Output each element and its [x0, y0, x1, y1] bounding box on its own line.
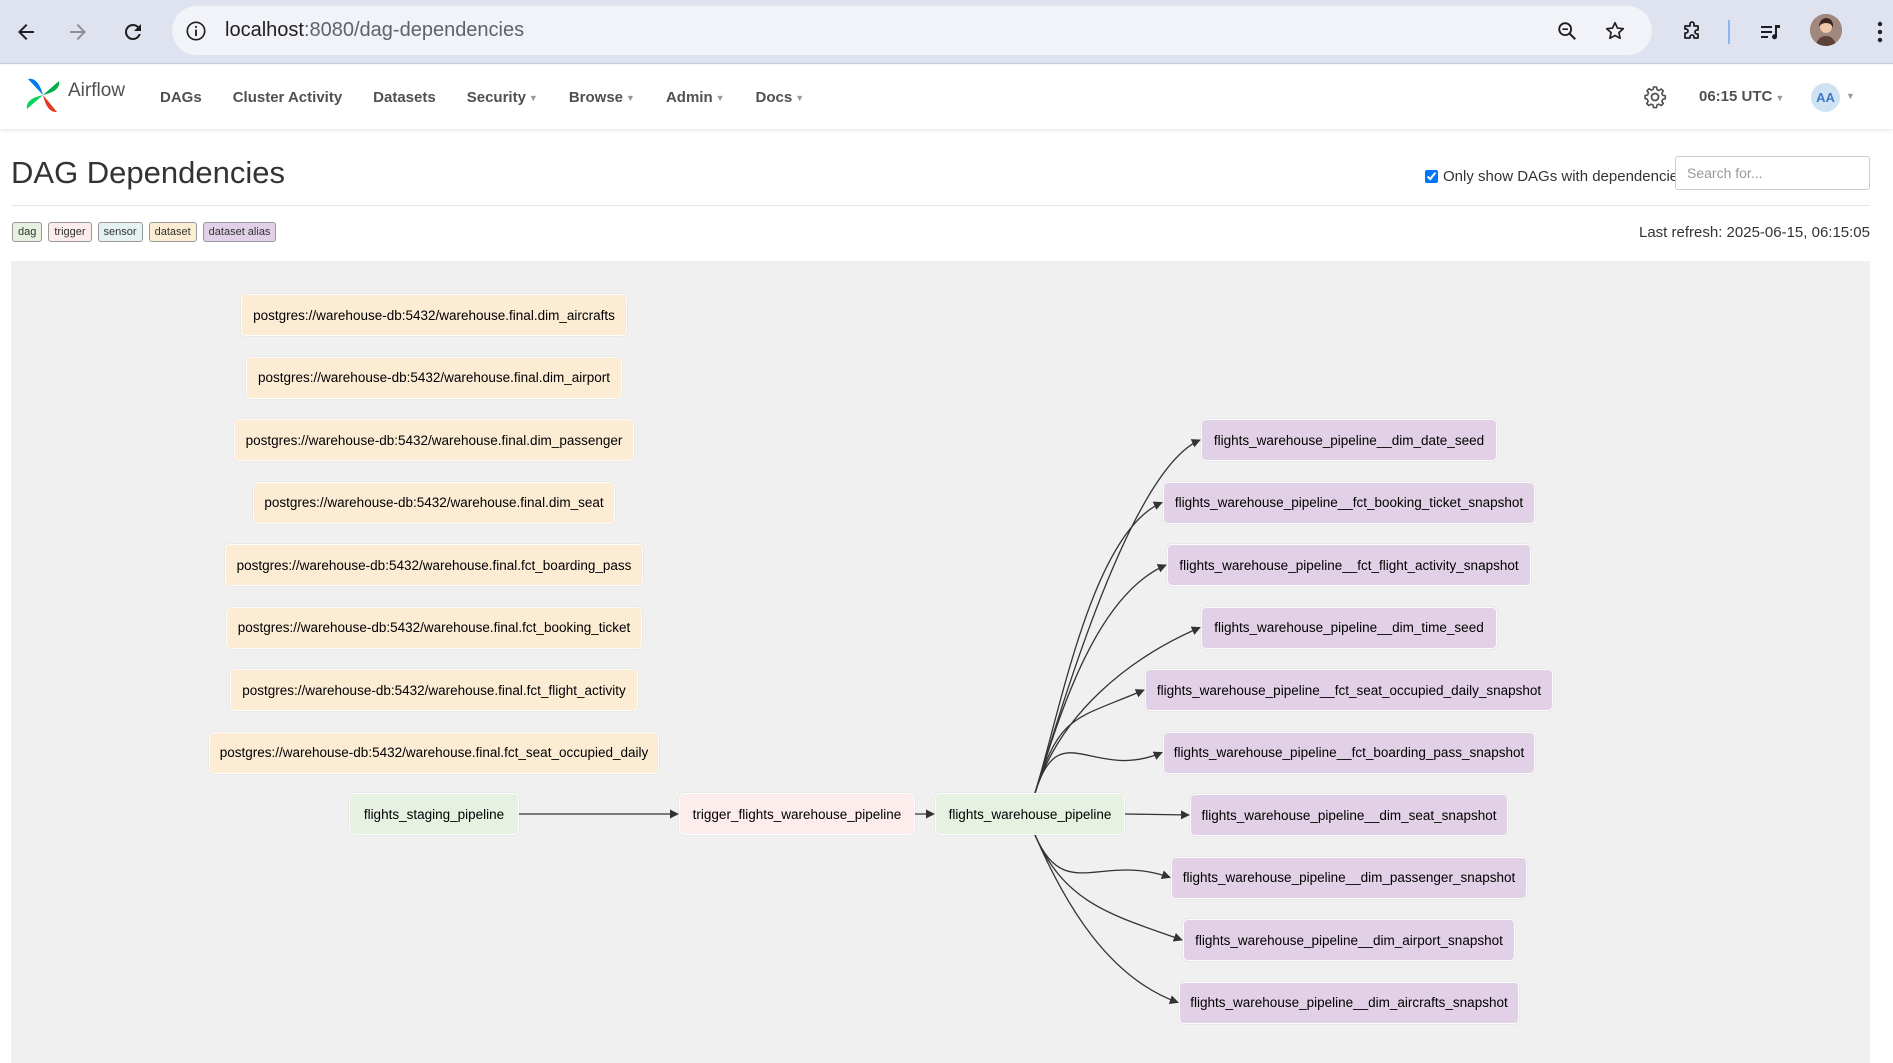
graph-edge [1034, 834, 1183, 942]
browser-toolbar: localhost:8080/dag-dependencies [0, 0, 1893, 64]
legend-trigger: trigger [48, 222, 92, 242]
divider [11, 205, 1870, 206]
dataset-node[interactable]: postgres://warehouse-db:5432/warehouse.f… [246, 356, 622, 399]
reload-icon [124, 23, 141, 40]
nav-docs[interactable]: Docs ▼ [756, 89, 805, 106]
dataset-node[interactable]: postgres://warehouse-db:5432/warehouse.f… [253, 481, 615, 524]
arrow-left-icon [18, 24, 34, 40]
dataset-node[interactable]: postgres://warehouse-db:5432/warehouse.f… [230, 669, 638, 711]
url-text: localhost:8080/dag-dependencies [225, 19, 524, 42]
info-icon[interactable] [181, 16, 211, 46]
arrow-right-icon [70, 24, 86, 40]
node-type-legend: dag trigger sensor dataset dataset alias [12, 222, 282, 242]
profile-avatar-icon[interactable] [1810, 14, 1842, 46]
legend-dag: dag [12, 222, 43, 242]
graph-edge [1034, 834, 1179, 1005]
dataset-node[interactable]: postgres://warehouse-db:5432/warehouse.f… [226, 606, 642, 649]
dataset-alias-node[interactable]: flights_warehouse_pipeline__fct_flight_a… [1167, 544, 1531, 586]
dataset-alias-node[interactable]: flights_warehouse_pipeline__fct_boarding… [1163, 731, 1535, 774]
graph-edge [1034, 834, 1171, 880]
dag-node-warehouse[interactable]: flights_warehouse_pipeline [935, 793, 1125, 835]
dataset-alias-node[interactable]: flights_warehouse_pipeline__fct_booking_… [1163, 481, 1535, 524]
dataset-node[interactable]: postgres://warehouse-db:5432/warehouse.f… [234, 419, 634, 461]
nav-label: Docs [755, 88, 793, 106]
nav-label: DAGs [160, 88, 202, 106]
nav-cluster-activity[interactable]: Cluster Activity [233, 89, 342, 106]
nav-label: Cluster Activity [232, 88, 343, 106]
nav-datasets[interactable]: Datasets [373, 89, 436, 106]
dataset-alias-node[interactable]: flights_warehouse_pipeline__dim_time_see… [1201, 606, 1497, 649]
page-title: DAG Dependencies [11, 155, 285, 190]
forward-button[interactable] [58, 12, 98, 52]
search-input[interactable] [1675, 156, 1870, 190]
dataset-alias-node[interactable]: flights_warehouse_pipeline__fct_seat_occ… [1145, 669, 1553, 711]
dataset-node[interactable]: postgres://warehouse-db:5432/warehouse.f… [209, 731, 659, 774]
dataset-alias-node[interactable]: flights_warehouse_pipeline__dim_airport_… [1183, 919, 1515, 961]
dependencies-filter-label: Only show DAGs with dependencies [1443, 168, 1686, 185]
nav-security[interactable]: Security ▼ [467, 89, 538, 106]
address-bar[interactable]: localhost:8080/dag-dependencies [172, 6, 1652, 55]
reload-button[interactable] [113, 12, 153, 52]
chevron-down-icon[interactable]: ▼ [1846, 91, 1855, 101]
dependencies-checkbox[interactable] [1425, 170, 1438, 183]
gear-icon[interactable] [1643, 85, 1667, 109]
pinwheel-icon [26, 78, 60, 113]
chevron-down-icon: ▼ [626, 93, 635, 103]
last-refresh: Last refresh: 2025-06-15, 06:15:05 [1639, 224, 1870, 241]
toolbar-divider [1728, 20, 1730, 44]
chevron-down-icon: ▼ [715, 93, 725, 103]
dataset-node[interactable]: postgres://warehouse-db:5432/warehouse.f… [241, 294, 627, 336]
nav-admin[interactable]: Admin ▼ [666, 89, 725, 106]
dataset-alias-node[interactable]: flights_warehouse_pipeline__dim_passenge… [1171, 856, 1527, 899]
nav-label: Security [466, 88, 526, 106]
chevron-down-icon: ▼ [795, 93, 805, 103]
url-host: localhost [225, 19, 304, 41]
dependencies-filter[interactable]: Only show DAGs with dependencies [1425, 168, 1686, 185]
graph-edge [1034, 751, 1163, 794]
nav-dags[interactable]: DAGs [160, 89, 202, 106]
back-button[interactable] [6, 12, 46, 52]
dag-node-staging[interactable]: flights_staging_pipeline [349, 793, 519, 835]
time-label: 06:15 UTC [1699, 88, 1773, 105]
graph-edge [1124, 810, 1190, 820]
nav-browse[interactable]: Browse ▼ [569, 89, 635, 106]
nav-label: Browse [568, 88, 624, 106]
airflow-navbar: Airflow DAGs Cluster Activity Datasets Secu… [0, 65, 1893, 129]
legend-sensor: sensor [97, 222, 143, 242]
kebab-menu-icon[interactable] [1860, 12, 1893, 52]
chevron-down-icon: ▼ [528, 93, 538, 103]
dataset-node[interactable]: postgres://warehouse-db:5432/warehouse.f… [225, 544, 643, 586]
dataset-alias-node[interactable]: flights_warehouse_pipeline__dim_date_see… [1201, 419, 1497, 461]
user-avatar[interactable]: AA [1811, 83, 1840, 112]
dataset-alias-node[interactable]: flights_warehouse_pipeline__dim_aircraft… [1179, 981, 1519, 1024]
brand-text: Airflow [68, 80, 126, 101]
trigger-node[interactable]: trigger_flights_warehouse_pipeline [679, 793, 915, 835]
chevron-down-icon: ▼ [1775, 92, 1785, 103]
timezone-dropdown[interactable]: 06:15 UTC ▼ [1699, 88, 1784, 105]
url-path: :8080/dag-dependencies [303, 19, 525, 41]
star-icon[interactable] [1600, 16, 1630, 46]
nav-label: Admin [665, 88, 713, 106]
zoom-icon[interactable] [1552, 16, 1582, 46]
legend-dataset-alias: dataset alias [202, 222, 277, 242]
airflow-logo[interactable]: Airflow [24, 75, 125, 115]
legend-dataset: dataset [148, 222, 197, 242]
dependency-graph[interactable]: postgres://warehouse-db:5432/warehouse.f… [11, 261, 1870, 1063]
nav-label: Datasets [373, 88, 436, 106]
dataset-alias-node[interactable]: flights_warehouse_pipeline__dim_seat_sna… [1190, 794, 1508, 836]
media-control-icon[interactable] [1750, 12, 1790, 52]
main-menu: DAGs Cluster Activity Datasets Security ▼ Bro… [160, 65, 835, 129]
extensions-icon[interactable] [1672, 12, 1712, 52]
